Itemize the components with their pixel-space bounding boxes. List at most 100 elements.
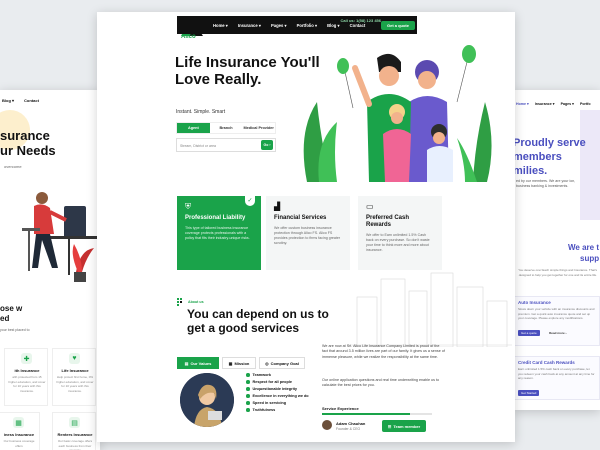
nav-portfolio[interactable]: Portfo [580, 102, 591, 106]
service-text: Our basic coverage offers each business … [57, 439, 93, 450]
logo-text[interactable]: Alico [181, 34, 196, 40]
tab-label: Mission [234, 360, 250, 366]
get-quote-button[interactable]: Get a quote [381, 21, 415, 30]
feature-card-cash-rewards[interactable]: ▭ Preferred Cash Rewards We offer to Ear… [358, 196, 442, 270]
service-title: ith Insurance [14, 368, 40, 373]
bullet-text: Unquestionable integrity [252, 387, 298, 391]
right-nav: Home ▾ Insurance ▾ Pages ▾ Portfo [516, 102, 591, 106]
about-paragraph-2: Our online application questions and rea… [322, 378, 440, 388]
search-go-button[interactable]: Go › [261, 140, 273, 150]
service-card[interactable]: ✚ ith Insurance alth protected from 15 h… [4, 348, 48, 406]
tab-label: Our Values [190, 360, 212, 366]
ceo-name: Adam Chauhan [336, 421, 366, 426]
main-preview-card: Alico Home ▾ Insurance ▾ Pages ▾ Portfol… [97, 12, 515, 442]
bullet-text: Speed in servicing [252, 401, 287, 405]
bullet-item: Truthfulness [246, 408, 275, 412]
feature-title: Preferred Cash Rewards [366, 215, 410, 228]
button-label: Team member [393, 423, 421, 429]
bullet-text: Teamwork [252, 373, 272, 377]
service-card[interactable]: ▦ iness Insurance Our business coverage … [0, 412, 40, 450]
tab-mission[interactable]: ▦ Mission [222, 357, 256, 369]
bullet-text: Truthfulness [252, 408, 276, 412]
goal-icon: ◎ [265, 360, 269, 366]
bullet-item: Excellence in everything we do [246, 394, 309, 398]
auto-insurance-box: Auto Insurance Slows down your vehicle w… [513, 296, 600, 346]
feature-text: We offer to Earn unlimited 1.5% Cash bac… [366, 233, 430, 252]
bullet-item: Speed in servicing [246, 401, 286, 405]
finder-tabs: Agent Branch Medical Provider [176, 122, 276, 134]
left-preview-card: Blog ▾ Contact surance ur Needs overcome… [0, 90, 100, 450]
feature-title: Financial Services [274, 215, 327, 221]
tab-medical-provider[interactable]: Medical Provider [242, 123, 275, 133]
values-icon: ▤ [184, 360, 189, 366]
team-member-button[interactable]: ☰ Team member [382, 420, 426, 432]
left-hero-sub: overcome [4, 164, 22, 169]
wallet-icon: ▭ [366, 202, 374, 211]
get-started-button[interactable]: Get Started [518, 389, 540, 396]
nav-portfolio[interactable]: Portfolio ▾ [297, 23, 317, 28]
nav-insurance[interactable]: Insurance ▾ [535, 102, 555, 106]
box-text: Slows down your vehicle with an insuranc… [518, 307, 595, 320]
left-section-sub: your best placed to [0, 328, 30, 332]
box-title: Credit Card Cash Rewards [518, 360, 575, 365]
dots-icon [177, 298, 185, 306]
box-title: Auto Insurance [518, 300, 551, 305]
medical-icon: ✚ [21, 353, 32, 364]
woman-photo [180, 373, 234, 427]
nav-contact[interactable]: Contact [350, 23, 366, 28]
feature-card-professional-liability[interactable]: ✓ ⛨ Professional Liability This type of … [177, 194, 261, 270]
box-text: Earn unlimited 1.5% cash back on every p… [518, 367, 595, 380]
experience-progress [322, 413, 432, 415]
credit-card-box: Credit Card Cash Rewards Earn unlimited … [513, 356, 600, 400]
service-title: iness Insurance [3, 432, 35, 437]
nav-home[interactable]: Home ▾ [213, 23, 228, 28]
service-card[interactable]: ♥ Life Insurance Help protect first home… [52, 348, 96, 406]
right-hero-line-1: Proudly serve [513, 137, 586, 149]
nav-blog[interactable]: Blog ▾ [2, 98, 14, 103]
feature-card-financial-services[interactable]: ▟ Financial Services We offer custom bus… [266, 196, 350, 270]
nav-pages[interactable]: Pages ▾ [561, 102, 574, 106]
right-preview-card: Home ▾ Insurance ▾ Pages ▾ Portfo Proudl… [513, 90, 600, 410]
tab-our-values[interactable]: ▤ Our Values [177, 357, 219, 369]
shield-icon: ⛨ [185, 202, 191, 211]
family-illustration [303, 45, 492, 182]
left-nav: Blog ▾ Contact [2, 98, 39, 103]
city-line-illustration [347, 272, 512, 347]
nav-home[interactable]: Home ▾ [516, 102, 529, 106]
read-more-link[interactable]: Read more › [549, 331, 566, 335]
bullet-text: Excellence in everything we do [252, 394, 309, 398]
left-hero-line-1: surance [0, 128, 50, 143]
nav-pages[interactable]: Pages ▾ [271, 23, 287, 28]
avatar [322, 420, 332, 430]
about-title: You can depend on us to get a good servi… [187, 307, 329, 335]
desk-worker-illustration [22, 192, 98, 282]
nav-contact[interactable]: Contact [24, 98, 39, 103]
nav-insurance[interactable]: Insurance ▾ [238, 23, 261, 28]
tab-branch[interactable]: Branch [210, 123, 243, 133]
top-navigation: Home ▾ Insurance ▾ Pages ▾ Portfolio ▾ B… [177, 16, 417, 34]
hero-subtitle: Instant. Simple. Smart [176, 109, 226, 115]
get-quote-button[interactable]: Get a quote [518, 329, 540, 336]
left-section-line-1: ose w [0, 304, 23, 313]
tab-agent[interactable]: Agent [177, 123, 210, 133]
feature-text: This type of tailored business insurance… [185, 226, 250, 240]
right-hero-line-3: milies. [513, 165, 548, 177]
left-hero-title: surance ur Needs [0, 128, 56, 158]
tab-company-goal[interactable]: ◎ Company Goal [259, 357, 305, 369]
about-paragraph-1: We are now at Sri. Alico Life Insurance … [322, 344, 445, 359]
life-icon: ♥ [69, 353, 80, 364]
team-icon: ☰ [387, 423, 392, 429]
service-card[interactable]: ▤ Renters Insurance Our basic coverage o… [52, 412, 96, 450]
we-line-1: We are t [568, 243, 599, 252]
service-text: Our business coverage offers [3, 439, 35, 448]
about-label: About us [188, 300, 204, 304]
right-we-sub: You deserve one! Each simple things and … [518, 268, 597, 277]
progress-fill [322, 413, 410, 415]
nav-blog[interactable]: Blog ▾ [327, 23, 340, 28]
bullet-item: Respect for all people [246, 380, 292, 384]
check-badge-icon: ✓ [245, 194, 255, 206]
ceo-title: Founder & CEO [336, 427, 361, 431]
right-hero-line-2: members [513, 151, 562, 163]
mission-icon: ▦ [228, 360, 233, 366]
renters-icon: ▤ [69, 417, 80, 428]
